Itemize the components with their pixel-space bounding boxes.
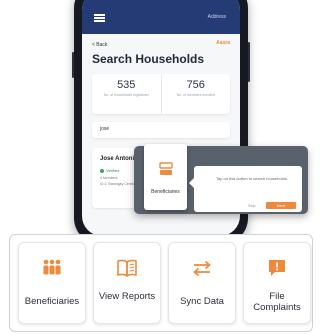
stat-value: 535	[117, 79, 136, 91]
people-icon	[43, 259, 61, 275]
stat-households: 535 No. of households registered	[92, 74, 161, 114]
back-link[interactable]: < Back	[92, 42, 107, 48]
tooltip-box: Tap on this button to search households.…	[189, 166, 302, 212]
alert-bubble-icon	[269, 260, 285, 276]
account-label[interactable]: Address	[208, 14, 226, 20]
menu-icon[interactable]	[94, 14, 105, 22]
tile-view-reports[interactable]: View Reports	[93, 242, 161, 324]
search-input[interactable]: jose	[92, 122, 230, 138]
result-name: Jose Antonio	[100, 156, 138, 162]
tile-label: View Reports	[98, 291, 156, 302]
tile-label: Beneficiaries	[24, 296, 80, 307]
search-query: jose	[100, 126, 110, 132]
stat-value: 756	[186, 79, 205, 91]
tile-label: File Complaints	[253, 291, 301, 313]
stat-caption: No. of members enrolled	[176, 93, 215, 97]
result-meta: ID 2, Barangay Centro	[100, 182, 135, 186]
book-icon	[117, 259, 137, 277]
tile-sync-data[interactable]: Sync Data	[168, 242, 236, 324]
stats-panel: 535 No. of households registered 756 No.…	[92, 74, 230, 114]
beneficiaries-icon	[159, 162, 173, 175]
page-title: Search Households	[92, 52, 205, 66]
tooltip-message: Tap on this button to search households.	[216, 176, 288, 181]
next-button[interactable]: Next	[266, 202, 296, 209]
stat-caption: No. of households registered	[103, 93, 149, 97]
tile-label: Sync Data	[180, 296, 224, 307]
tile-beneficiaries[interactable]: Beneficiaries	[18, 242, 86, 324]
skip-button[interactable]: Skip	[248, 203, 256, 208]
tooltip-highlight-tile[interactable]: Beneficiaries	[144, 144, 187, 210]
result-meta: 4 Members	[100, 176, 118, 180]
tile-file-complaints[interactable]: File Complaints	[243, 242, 311, 324]
status-badge: Verified	[100, 168, 119, 173]
sync-arrows-icon	[193, 260, 211, 277]
brand-tag: Aasra	[216, 40, 230, 46]
tooltip-tile-label: Beneficiaries	[151, 189, 180, 195]
stat-members: 756 No. of members enrolled	[160, 74, 231, 114]
app-bar: Address	[82, 0, 240, 34]
